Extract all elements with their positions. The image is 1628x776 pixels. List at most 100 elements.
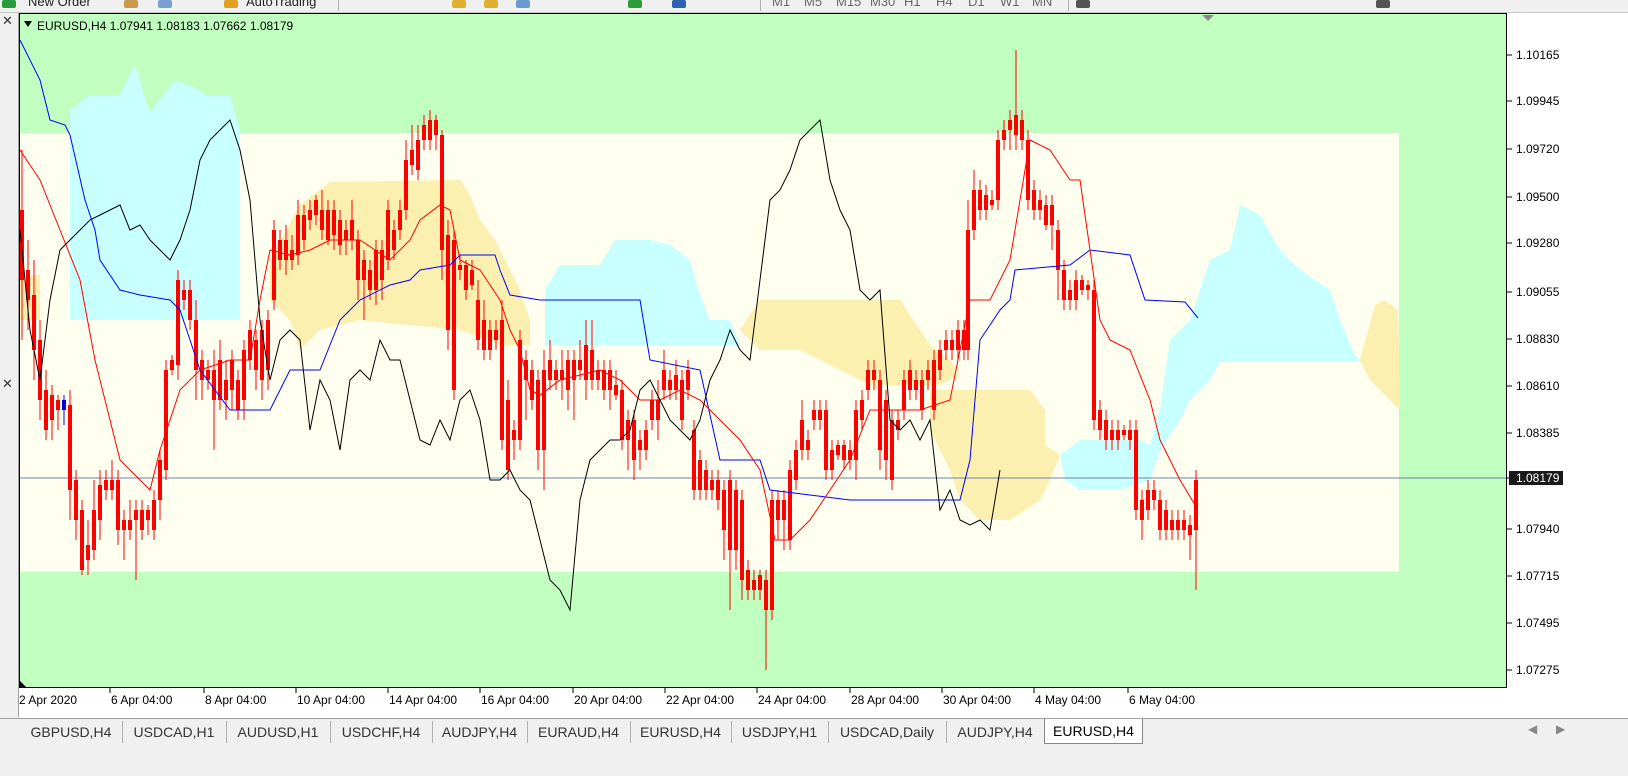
candle-body [890,420,894,480]
candle-body [1092,290,1096,420]
metaeditor-icon[interactable] [124,0,138,8]
candle-body [254,340,258,370]
price-chart[interactable]: 1.10165 1.09945 1.09720 1.09500 1.09280 1.090… [17,13,1628,718]
chart-tab[interactable]: GBPUSD,H4 [20,721,123,743]
candle-body [656,400,660,420]
candle-body [272,230,276,300]
chart-window[interactable]: 1.10165 1.09945 1.09720 1.09500 1.09280 1.090… [17,13,1628,718]
timeframe-button-w1[interactable]: W1 [1000,0,1020,9]
candle-body [698,460,702,490]
candle-body [212,370,216,400]
candle-body [938,350,942,370]
timeframe-button-h1[interactable]: H1 [904,0,921,9]
candle-body [404,160,408,210]
candle-body [1080,280,1084,290]
candle-body [458,265,462,270]
time-label: 4 May 04:00 [1035,693,1101,707]
candle-body [812,410,816,420]
candle-body [434,120,438,135]
time-label: 10 Apr 04:00 [297,693,365,707]
candle-body [62,400,66,410]
candle-body [614,385,618,395]
candle-body [1158,500,1162,530]
candle-body [1062,270,1066,300]
candle-body [422,125,426,140]
candle-body [68,405,72,490]
new-order-button[interactable]: New Order [28,0,91,9]
candle-body [1188,525,1192,535]
close-icon[interactable]: ✕ [2,376,13,392]
candle-body [632,420,636,460]
left-panel-strip: ✕ ✕ [0,13,19,717]
toolbar-separator [338,0,339,11]
candle-body [914,380,918,390]
time-label: 14 Apr 04:00 [389,693,457,707]
candle-body [296,215,300,255]
autotrading-button[interactable]: AutoTrading [246,0,316,9]
new-order-icon[interactable] [2,0,16,8]
timeframe-button-mn[interactable]: MN [1032,0,1052,9]
candle-body [1032,190,1036,210]
chart-tab[interactable]: USDCAD,Daily [828,721,947,743]
chart-tab[interactable]: USDCAD,H1 [122,721,227,743]
candle-body [122,520,126,530]
timeframe-button-h4[interactable]: H4 [936,0,953,9]
candle-body [818,410,822,420]
candle-body [560,370,564,380]
candle-body [134,510,138,520]
chart-tab[interactable]: AUDJPY,H4 [946,721,1045,743]
autotrading-icon[interactable] [224,0,238,8]
candle-body [248,330,252,360]
zoom-in-icon[interactable] [452,0,466,8]
price-label: 1.07715 [1516,569,1560,583]
candle-body [1104,420,1108,440]
timeframe-button-d1[interactable]: D1 [968,0,985,9]
chart-tab[interactable]: AUDJPY,H4 [432,721,528,743]
candle-body [836,445,840,455]
chart-tab[interactable]: EURUSD,H4 [630,721,732,743]
candle-body [734,490,738,550]
chart-tab[interactable]: AUDUSD,H1 [226,721,331,743]
chart-tab[interactable]: EURUSD,H4 [1044,719,1143,744]
candle-body [776,500,780,520]
candle-body [1152,490,1156,500]
candle-body [830,450,834,470]
price-label: 1.07940 [1516,522,1560,536]
candle-body [1044,205,1048,225]
timeframe-button-m5[interactable]: M5 [804,0,822,9]
market-watch-icon[interactable] [158,0,172,8]
toolbar-separator [760,0,761,11]
tile-windows-icon[interactable] [516,0,530,8]
candle-body [56,400,60,410]
timeframe-button-m1[interactable]: M1 [772,0,790,9]
indicators-icon[interactable] [628,0,642,8]
candle-body [344,230,348,240]
candle-body [956,330,960,350]
candle-body [542,370,546,450]
candle-body [1134,430,1138,510]
timeframe-button-m30[interactable]: M30 [870,0,895,9]
candle-body [884,400,888,460]
candle-body [278,240,282,260]
chart-tab[interactable]: EURAUD,H4 [527,721,631,743]
candle-body [470,270,474,285]
zoom-out-icon[interactable] [484,0,498,8]
candle-body [416,140,420,170]
candle-body [488,330,492,350]
periods-icon[interactable] [672,0,686,8]
candle-body [566,360,570,390]
timeframe-button-m15[interactable]: M15 [836,0,861,9]
tab-scroll-right-icon[interactable]: ▶ [1556,722,1565,736]
chart-tab[interactable]: USDJPY,H1 [731,721,829,743]
candle-body [164,370,168,470]
close-icon[interactable]: ✕ [2,13,13,29]
chart-tab[interactable]: USDCHF,H4 [330,721,433,743]
candle-body [1068,290,1072,300]
text-tool-icon[interactable] [1376,0,1390,8]
candle-body [972,190,976,230]
time-label: 6 May 04:00 [1129,693,1195,707]
candle-body [1122,430,1126,435]
tab-scroll-left-icon[interactable]: ◀ [1528,722,1537,736]
cursor-icon[interactable] [1076,0,1090,8]
candle-body [764,580,768,610]
